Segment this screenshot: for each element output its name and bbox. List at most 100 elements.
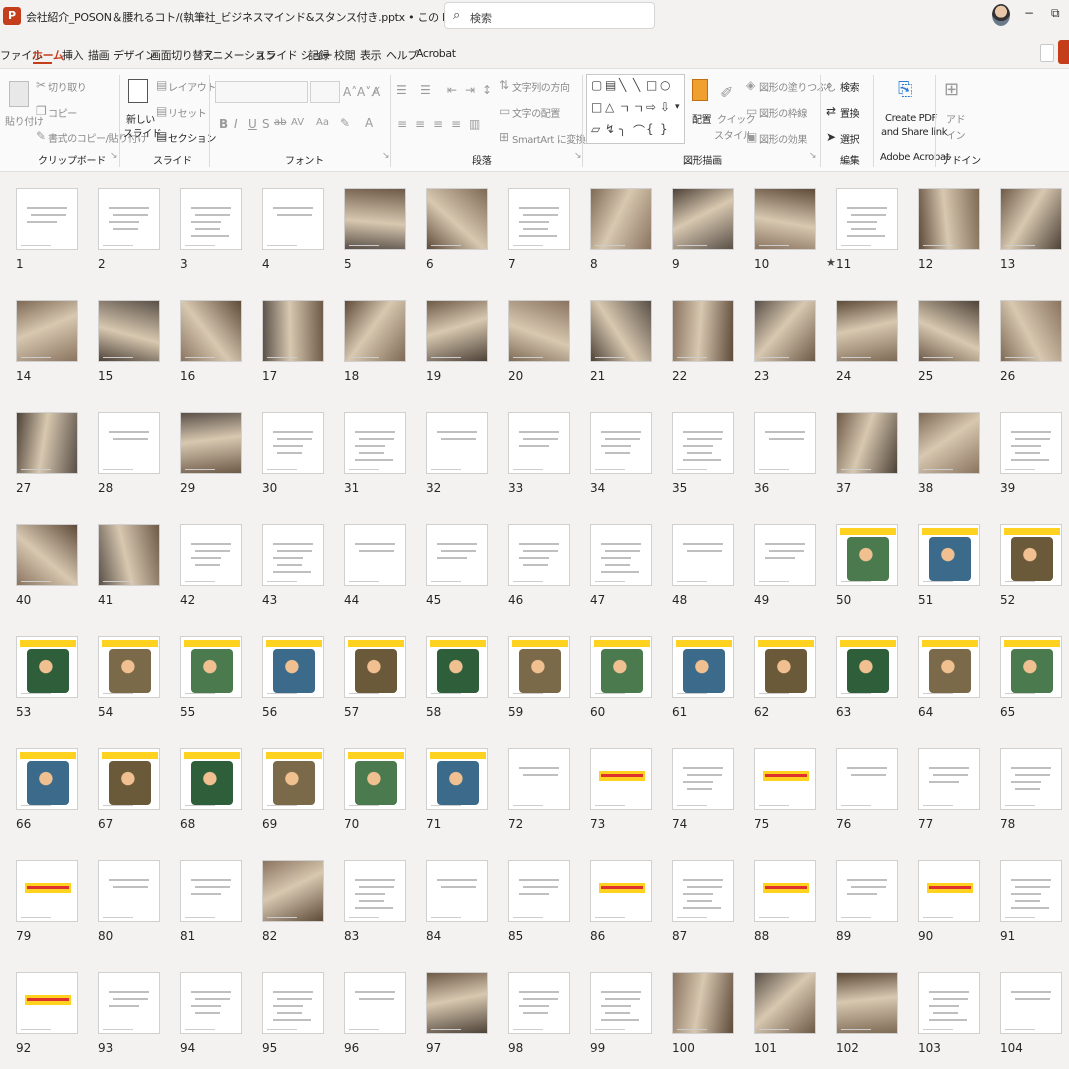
rectangle-shape-icon[interactable]: □ — [591, 100, 602, 114]
slide-preview[interactable] — [426, 188, 488, 250]
shape-fill-button[interactable]: 図形の塗りつぶし — [759, 79, 836, 94]
tab-home[interactable]: ホーム — [32, 47, 64, 63]
slide-preview[interactable] — [98, 524, 160, 586]
slide-preview[interactable] — [1000, 412, 1062, 474]
slide-thumbnail[interactable]: 69 — [262, 748, 324, 831]
align-text-button[interactable]: 文字の配置 — [512, 105, 560, 120]
rectangle-shape-icon[interactable]: ▢ — [591, 78, 602, 92]
slide-thumbnail[interactable]: 98 — [508, 972, 570, 1055]
slide-thumbnail[interactable]: 99 — [590, 972, 652, 1055]
slide-thumbnail[interactable]: 71 — [426, 748, 488, 831]
replace-icon[interactable]: ⇄ — [826, 104, 836, 118]
slide-thumbnail[interactable]: 22 — [672, 300, 734, 383]
reset-icon[interactable]: ▤ — [156, 104, 167, 118]
slide-thumbnail[interactable]: 50 — [836, 524, 898, 607]
align-center-icon[interactable]: ≡ — [415, 117, 425, 131]
slide-thumbnail[interactable]: 87 — [672, 860, 734, 943]
slide-thumbnail[interactable]: 55 — [180, 636, 242, 719]
slide-thumbnail[interactable]: 24 — [836, 300, 898, 383]
slide-thumbnail[interactable]: 51 — [918, 524, 980, 607]
slide-thumbnail[interactable]: 80 — [98, 860, 160, 943]
slide-thumbnail[interactable]: 25 — [918, 300, 980, 383]
slide-thumbnail[interactable]: 93 — [98, 972, 160, 1055]
slide-preview[interactable] — [508, 300, 570, 362]
slide-thumbnail[interactable]: 18 — [344, 300, 406, 383]
slide-thumbnail[interactable]: 53 — [16, 636, 78, 719]
slide-thumbnail[interactable]: 33 — [508, 412, 570, 495]
decrease-font-icon[interactable]: A˅ — [357, 85, 371, 99]
arrow-shape-icon[interactable]: ⇨ — [646, 100, 656, 114]
strikethrough-button[interactable]: ab — [274, 117, 286, 128]
text-direction-button[interactable]: 文字列の方向 — [512, 79, 570, 94]
triangle-shape-icon[interactable]: △ — [605, 100, 614, 114]
addins-label-2[interactable]: イン — [946, 127, 966, 142]
slide-thumbnail[interactable]: 79 — [16, 860, 78, 943]
slide-thumbnail[interactable]: 19 — [426, 300, 488, 383]
arrange-icon[interactable] — [692, 79, 708, 101]
slide-preview[interactable] — [426, 524, 488, 586]
slide-thumbnail[interactable]: 27 — [16, 412, 78, 495]
slide-preview[interactable] — [344, 300, 406, 362]
slide-preview[interactable] — [508, 860, 570, 922]
slide-thumbnail[interactable]: 29 — [180, 412, 242, 495]
layout-icon[interactable]: ▤ — [156, 78, 167, 92]
arrange-button[interactable]: 配置 — [692, 111, 712, 126]
slide-preview[interactable] — [262, 860, 324, 922]
slide-preview[interactable] — [180, 300, 242, 362]
slide-preview[interactable] — [754, 636, 816, 698]
addins-label-1[interactable]: アド — [946, 111, 966, 126]
slide-thumbnail[interactable]: 56 — [262, 636, 324, 719]
slide-preview[interactable] — [508, 748, 570, 810]
select-button[interactable]: 選択 — [840, 131, 860, 146]
character-spacing-button[interactable]: AV — [291, 117, 304, 128]
slide-thumbnail[interactable]: 45 — [426, 524, 488, 607]
slide-thumbnail[interactable]: 83 — [344, 860, 406, 943]
shape-effects-icon[interactable]: ▣ — [746, 130, 757, 144]
slide-thumbnail[interactable]: 1 — [16, 188, 78, 271]
slide-thumbnail[interactable]: 59 — [508, 636, 570, 719]
slide-preview[interactable] — [344, 412, 406, 474]
slide-preview[interactable] — [754, 412, 816, 474]
slide-preview[interactable] — [16, 412, 78, 474]
rectangle-shape-icon[interactable]: □ — [646, 78, 657, 92]
slide-thumbnail[interactable]: 40 — [16, 524, 78, 607]
slide-thumbnail[interactable]: 64 — [918, 636, 980, 719]
slide-preview[interactable] — [344, 972, 406, 1034]
decrease-indent-icon[interactable]: ⇤ — [447, 83, 457, 97]
slide-thumbnail[interactable]: 8 — [590, 188, 652, 271]
slide-preview[interactable] — [918, 748, 980, 810]
slide-thumbnail[interactable]: 10 ★ — [754, 188, 836, 271]
slide-thumbnail[interactable]: 11 — [836, 188, 898, 271]
slide-thumbnail[interactable]: 82 — [262, 860, 324, 943]
slide-thumbnail[interactable]: 5 — [344, 188, 406, 271]
numbering-icon[interactable]: ☰ — [420, 83, 431, 97]
slide-thumbnail[interactable]: 94 — [180, 972, 242, 1055]
brace-shape-icon[interactable]: { — [646, 122, 654, 136]
slide-preview[interactable] — [590, 524, 652, 586]
slide-preview[interactable] — [1000, 524, 1062, 586]
slide-thumbnail[interactable]: 75 — [754, 748, 816, 831]
slide-preview[interactable] — [672, 188, 734, 250]
slide-preview[interactable] — [672, 972, 734, 1034]
create-pdf-icon[interactable]: ⎘ — [898, 79, 912, 100]
slide-preview[interactable] — [918, 188, 980, 250]
tab-insert[interactable]: 挿入 — [62, 47, 84, 63]
slide-thumbnail[interactable]: 60 — [590, 636, 652, 719]
slide-thumbnail[interactable]: 96 — [344, 972, 406, 1055]
tab-record[interactable]: 記録 — [308, 47, 330, 63]
slide-thumbnail[interactable]: 35 — [672, 412, 734, 495]
slide-thumbnail[interactable]: 91 — [1000, 860, 1062, 943]
slide-thumbnail[interactable]: 4 — [262, 188, 324, 271]
slide-thumbnail[interactable]: 41 — [98, 524, 160, 607]
smartart-icon[interactable]: ⊞ — [499, 130, 509, 144]
slide-preview[interactable] — [754, 972, 816, 1034]
slide-thumbnail[interactable]: 6 — [426, 188, 488, 271]
slide-preview[interactable] — [1000, 860, 1062, 922]
slide-preview[interactable] — [1000, 188, 1062, 250]
comments-icon[interactable] — [1040, 44, 1054, 62]
slide-preview[interactable] — [180, 748, 242, 810]
shapes-gallery[interactable]: ▢ ▤ ╲ ╲ □ ○ □ △ ㄱ ㄱ ⇨ ⇩ ▱ ↯ ╮ ⌒ { } — [586, 74, 685, 144]
slide-preview[interactable] — [1000, 636, 1062, 698]
slide-thumbnail[interactable]: 44 — [344, 524, 406, 607]
slide-thumbnail[interactable]: 81 — [180, 860, 242, 943]
